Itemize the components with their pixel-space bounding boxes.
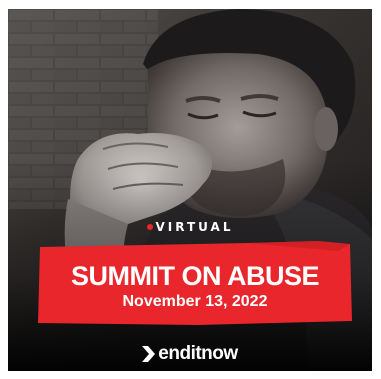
virtual-badge: VIRTUAL xyxy=(8,220,372,234)
summit-promo-banner[interactable]: VIRTUAL SUMMIT ON ABUSE November 13, 202… xyxy=(8,9,372,371)
event-date: November 13, 2022 xyxy=(122,293,268,310)
enditnow-logo: enditnow xyxy=(8,344,372,364)
brand-name: enditnow xyxy=(158,343,238,364)
red-dot-icon xyxy=(146,223,153,230)
title-banner: SUMMIT ON ABUSE November 13, 2022 xyxy=(38,241,352,325)
event-title: SUMMIT ON ABUSE xyxy=(71,261,320,291)
chevron-right-icon xyxy=(142,346,156,362)
virtual-label: VIRTUAL xyxy=(155,220,234,234)
